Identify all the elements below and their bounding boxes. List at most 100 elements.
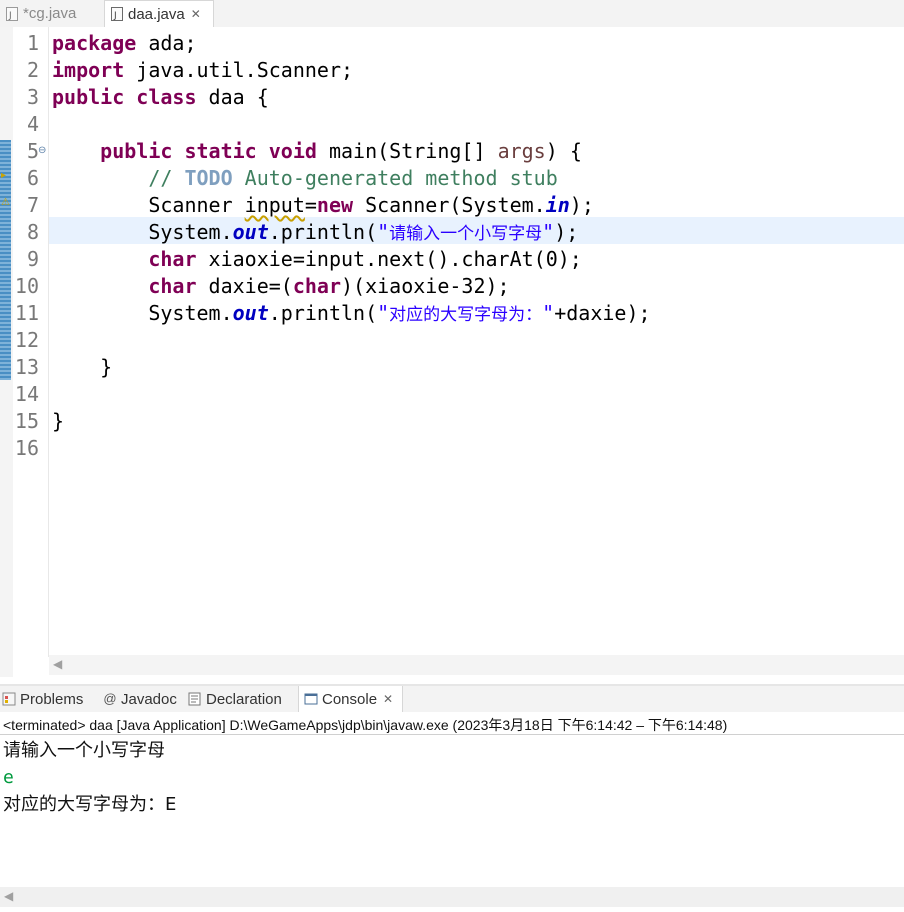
- keyword: void: [268, 139, 317, 163]
- keyword: new: [316, 193, 354, 217]
- console-view[interactable]: <terminated> daa [Java Application] D:\W…: [0, 712, 904, 912]
- line-number: 3: [26, 85, 39, 109]
- keyword: public: [52, 85, 125, 109]
- console-input-line: e: [3, 767, 14, 788]
- code-editor[interactable]: ▸ ⚠ ⊖ 1 2 3 4 5 6 7 8 9 10 11 12 13 14 1…: [0, 27, 904, 677]
- line-number: 12: [14, 328, 39, 352]
- keyword: char: [292, 274, 341, 298]
- line-number: 9: [26, 247, 39, 271]
- editor-horizontal-scrollbar[interactable]: ◀: [49, 655, 904, 675]
- code-text: }: [52, 409, 65, 433]
- code-line[interactable]: char xiaoxie=input.next().charAt(0);: [52, 246, 582, 273]
- code-line[interactable]: }: [52, 408, 64, 435]
- string-quote: ": [377, 301, 390, 325]
- code-text: daa {: [196, 85, 269, 109]
- string-literal: 请输入一个小写字母: [389, 224, 543, 244]
- comment: //: [148, 166, 185, 190]
- tab-label: Console: [322, 690, 378, 708]
- console-icon: [304, 692, 318, 706]
- code-line[interactable]: // TODO Auto-generated method stub: [52, 165, 557, 192]
- code-text: }: [52, 355, 113, 379]
- scroll-left-icon[interactable]: ◀: [4, 889, 13, 903]
- code-line[interactable]: Scanner input=new Scanner(System.in);: [52, 192, 594, 219]
- line-number: 6: [26, 166, 39, 190]
- variable-with-warning[interactable]: input: [245, 193, 305, 217]
- code-text: Scanner(System.: [353, 193, 546, 217]
- code-line[interactable]: package ada;: [52, 30, 197, 57]
- keyword: import: [52, 58, 125, 82]
- code-line[interactable]: public static void main(String[] args) {: [52, 138, 582, 165]
- tab-label: daa.java: [128, 5, 185, 23]
- code-line[interactable]: System.out.println("对应的大写字母为："+daxie);: [52, 300, 650, 327]
- string-quote: ": [377, 220, 390, 244]
- code-line[interactable]: import java.util.Scanner;: [52, 57, 353, 84]
- code-text: );: [554, 220, 579, 244]
- console-process-header: <terminated> daa [Java Application] D:\W…: [3, 717, 728, 733]
- tab-label: *cg.java: [23, 5, 77, 22]
- keyword: char: [148, 247, 197, 271]
- string-quote: ": [542, 220, 555, 244]
- code-line-current[interactable]: System.out.println("请输入一个小写字母");: [52, 219, 578, 246]
- line-number: 5: [26, 139, 39, 163]
- code-text: main(String[]: [316, 139, 498, 163]
- code-text: System.: [148, 301, 233, 325]
- keyword: public: [100, 139, 173, 163]
- string-literal: 对应的大写字母为：: [389, 305, 543, 325]
- close-icon[interactable]: ✕: [191, 7, 201, 21]
- tab-declaration[interactable]: Declaration: [188, 686, 294, 712]
- tab-label: Javadoc: [121, 690, 177, 708]
- tab-console[interactable]: Console ✕: [298, 686, 403, 712]
- line-number: 7: [26, 193, 39, 217]
- code-text: )(xiaoxie-32);: [341, 274, 510, 298]
- static-field: in: [545, 193, 570, 217]
- keyword: class: [136, 85, 197, 109]
- code-line[interactable]: char daxie=(char)(xiaoxie-32);: [52, 273, 510, 300]
- tab-daa-java[interactable]: J daa.java ✕: [104, 0, 214, 27]
- svg-text:J: J: [113, 11, 117, 21]
- todo-tag: TODO: [184, 166, 233, 190]
- console-divider: [0, 734, 904, 735]
- line-number: 10: [14, 274, 39, 298]
- line-number: 1: [26, 31, 39, 55]
- java-file-icon: J: [111, 7, 123, 21]
- line-number: 15: [14, 409, 39, 433]
- code-line[interactable]: public class daa {: [52, 84, 269, 111]
- declaration-icon: [188, 692, 202, 706]
- tab-problems[interactable]: Problems: [2, 686, 98, 712]
- tab-cg-java[interactable]: J *cg.java: [0, 0, 100, 27]
- string-quote: ": [542, 301, 555, 325]
- keyword: package: [52, 31, 137, 55]
- line-number: 14: [14, 382, 39, 406]
- console-horizontal-scrollbar[interactable]: ◀: [0, 887, 904, 907]
- static-field: out: [232, 301, 269, 325]
- line-number: 16: [14, 436, 39, 460]
- console-output-line: 对应的大写字母为：E: [3, 794, 177, 815]
- problems-icon: [2, 692, 16, 706]
- gutter-divider: [48, 27, 49, 657]
- line-number: 8: [26, 220, 39, 244]
- code-text: =: [304, 193, 317, 217]
- warning-marker-icon[interactable]: ⚠: [1, 197, 10, 208]
- code-text: );: [569, 193, 594, 217]
- code-line[interactable]: }: [52, 354, 112, 381]
- static-field: out: [232, 220, 269, 244]
- code-text: ada;: [136, 31, 197, 55]
- scroll-left-icon[interactable]: ◀: [53, 657, 62, 671]
- fold-collapse-icon[interactable]: ⊖: [38, 145, 46, 156]
- svg-text:J: J: [8, 11, 12, 21]
- keyword: static: [184, 139, 257, 163]
- code-text: System.: [148, 220, 233, 244]
- close-icon[interactable]: ✕: [383, 692, 393, 706]
- code-text: ) {: [545, 139, 582, 163]
- code-text: xiaoxie=input.next().charAt(0);: [196, 247, 582, 271]
- tab-javadoc[interactable]: @ Javadoc: [103, 686, 183, 712]
- parameter: args: [497, 139, 546, 163]
- tab-label: Problems: [20, 690, 84, 708]
- code-text: Scanner: [148, 193, 245, 217]
- line-number: 11: [14, 301, 39, 325]
- console-output-line: 请输入一个小写字母: [3, 740, 165, 761]
